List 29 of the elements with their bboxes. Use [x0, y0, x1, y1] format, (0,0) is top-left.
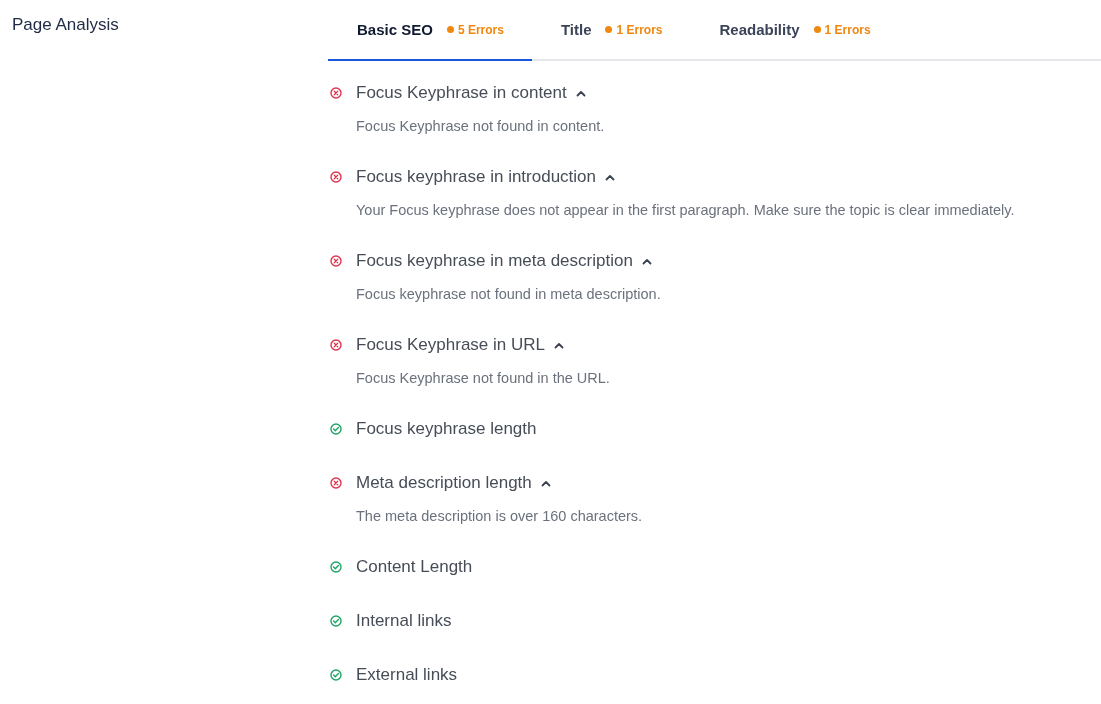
error-count: 1 Errors — [824, 22, 871, 37]
status-dot-icon — [813, 26, 821, 33]
check-title: Focus Keyphrase in content — [356, 82, 567, 104]
chevron-up-icon[interactable] — [641, 257, 652, 265]
check-title: Focus keyphrase in meta description — [356, 250, 633, 272]
chevron-up-icon[interactable] — [605, 173, 616, 181]
check-title: External links — [356, 664, 458, 686]
check-title: Focus Keyphrase in URL — [356, 334, 545, 356]
check-description: Focus keyphrase not found in meta description. — [356, 285, 661, 303]
check-title: Internal links — [356, 610, 452, 632]
chevron-up-icon[interactable] — [554, 341, 564, 349]
chevron-up-icon[interactable] — [540, 479, 551, 487]
check-description: Focus Keyphrase not found in the URL. — [356, 369, 610, 387]
status-dot-icon — [446, 26, 454, 33]
check-title: Content Length — [356, 556, 473, 578]
check-title: Focus keyphrase in introduction — [356, 166, 597, 188]
check-title: Meta description length — [356, 472, 532, 494]
check-title: Focus keyphrase length — [356, 418, 537, 440]
check-description: The meta description is over 160 characters. — [356, 507, 643, 525]
status-dot-icon — [605, 26, 613, 33]
chevron-up-icon[interactable] — [575, 89, 586, 97]
tab[interactable]: Title 1 Errors — [531, 0, 691, 61]
check-description: Your Focus keyphrase does not appear in the first paragraph. Make sure the topic is clear immediately. — [356, 201, 1015, 219]
check-description: Focus Keyphrase not found in content. — [356, 117, 605, 135]
tab[interactable]: Basic SEO 5 Errors — [328, 0, 532, 61]
tab[interactable]: Readability 1 Errors — [690, 0, 899, 61]
error-count: 1 Errors — [616, 22, 663, 37]
error-count: 5 Errors — [457, 22, 504, 37]
section-heading: Page Analysis — [12, 14, 119, 36]
